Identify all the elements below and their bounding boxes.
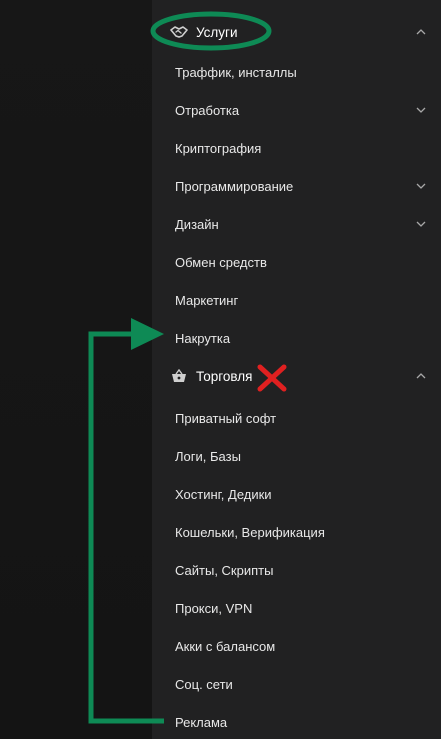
menu-item[interactable]: Криптография: [152, 129, 441, 167]
menu-item[interactable]: Программирование: [152, 167, 441, 205]
menu-item-label: Реклама: [175, 714, 228, 730]
menu-item-label: Хостинг, Дедики: [175, 486, 272, 502]
chevron-down-icon[interactable]: [415, 104, 427, 116]
menu-item[interactable]: Хостинг, Дедики: [152, 475, 441, 513]
menu-item[interactable]: Накрутка: [152, 319, 441, 357]
group-label-trade: Торговля: [196, 368, 253, 384]
menu-item-label: Траффик, инсталлы: [175, 64, 297, 80]
menu-item[interactable]: Акки с балансом: [152, 627, 441, 665]
menu-item-label: Отработка: [175, 102, 240, 118]
menu-item[interactable]: Маркетинг: [152, 281, 441, 319]
chevron-down-icon[interactable]: [415, 218, 427, 230]
chevron-up-icon[interactable]: [415, 26, 427, 38]
category-menu: Услуги Траффик, инсталлы Отработка Крипт…: [152, 0, 441, 739]
menu-item[interactable]: Обмен средств: [152, 243, 441, 281]
group-label-services: Услуги: [196, 24, 238, 40]
menu-item-label: Соц. сети: [175, 676, 233, 692]
menu-item[interactable]: Кошельки, Верификация: [152, 513, 441, 551]
menu-item[interactable]: Логи, Базы: [152, 437, 441, 475]
menu-item-label: Приватный софт: [175, 410, 277, 426]
page: Услуги Траффик, инсталлы Отработка Крипт…: [0, 0, 441, 739]
menu-item-label: Маркетинг: [175, 292, 239, 308]
group-header-trade[interactable]: Торговля: [152, 357, 441, 395]
menu-item-label: Акки с балансом: [175, 638, 276, 654]
menu-item-label: Сайты, Скрипты: [175, 562, 274, 578]
menu-item[interactable]: Приватный софт: [152, 399, 441, 437]
menu-item[interactable]: Реклама: [152, 703, 441, 739]
menu-item[interactable]: Траффик, инсталлы: [152, 53, 441, 91]
menu-item[interactable]: Дизайн: [152, 205, 441, 243]
handshake-icon: [169, 22, 189, 42]
menu-item-label: Кошельки, Верификация: [175, 524, 325, 540]
menu-item-label: Дизайн: [175, 216, 219, 232]
group-header-services[interactable]: Услуги: [152, 13, 441, 51]
menu-item[interactable]: Отработка: [152, 91, 441, 129]
menu-item-label: Прокси, VPN: [175, 600, 253, 616]
menu-item[interactable]: Сайты, Скрипты: [152, 551, 441, 589]
basket-icon: [169, 366, 189, 386]
chevron-down-icon[interactable]: [415, 180, 427, 192]
menu-item-label: Программирование: [175, 178, 294, 194]
menu-item[interactable]: Соц. сети: [152, 665, 441, 703]
left-background: [0, 0, 152, 739]
chevron-up-icon[interactable]: [415, 370, 427, 382]
menu-item-label: Логи, Базы: [175, 448, 241, 464]
menu-item-label: Обмен средств: [175, 254, 267, 270]
menu-item[interactable]: Прокси, VPN: [152, 589, 441, 627]
menu-item-label: Накрутка: [175, 330, 231, 346]
menu-item-label: Криптография: [175, 140, 262, 156]
